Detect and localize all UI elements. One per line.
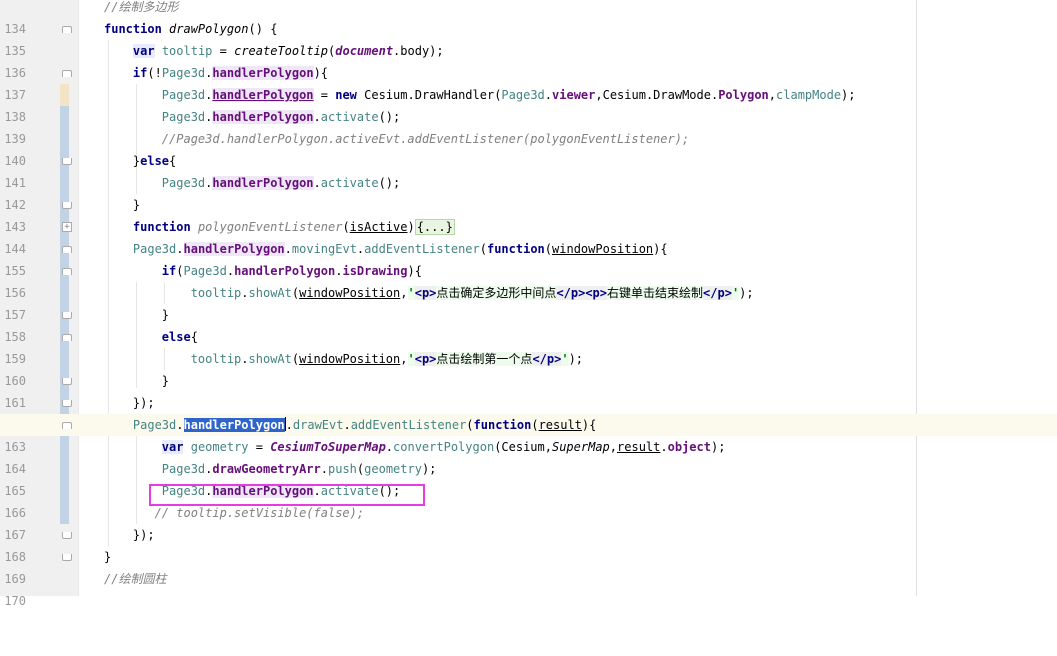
code-text: Page3d.handlerPolygon.activate();: [161, 110, 401, 124]
code-line[interactable]: 139 Page3d.handlerPolygon.activate();: [0, 106, 1057, 146]
expand-fold-icon[interactable]: +: [62, 222, 72, 232]
line-number: 170: [4, 594, 26, 608]
code-line-current[interactable]: 163 Page3d.handlerPolygon.drawEvt.addEve…: [0, 414, 1057, 454]
code-text: var tooltip = createTooltip(document.bod…: [132, 44, 444, 58]
comment: //绘制多边形: [104, 0, 179, 14]
fold-toggle-icon[interactable]: [62, 554, 72, 561]
code-line[interactable]: 159 else{: [0, 326, 1057, 366]
fold-toggle-icon[interactable]: [62, 202, 72, 209]
fold-toggle-icon[interactable]: [62, 70, 72, 77]
code-text: }: [104, 374, 170, 388]
code-line[interactable]: 170 //绘制圆柱: [0, 568, 1057, 608]
code-text: Page3d.handlerPolygon.movingEvt.addEvent…: [132, 242, 668, 256]
code-text: function drawPolygon() {: [104, 22, 278, 36]
code-line[interactable]: 165 Page3d.drawGeometryArr.push(geometry…: [0, 458, 1057, 498]
code-text: function polygonEventListener(isActive){…: [132, 219, 455, 235]
annotation-highlight-box: [149, 484, 425, 506]
code-line[interactable]: 158 }: [0, 304, 1057, 344]
code-text: //Page3d.handlerPolygon.activeEvt.addEve…: [161, 132, 690, 146]
code-line[interactable]: 137 if(!Page3d.handlerPolygon){: [0, 62, 1057, 102]
fold-toggle-icon[interactable]: [62, 246, 72, 253]
code-editor[interactable]: 134 //绘制多边形 135 function drawPolygon() {…: [0, 0, 1057, 608]
code-text: }: [104, 198, 141, 212]
selected-text: handlerPolygon: [183, 418, 285, 432]
code-line[interactable]: 164 var geometry = CesiumToSuperMap.conv…: [0, 436, 1057, 476]
code-text: }else{: [104, 154, 177, 168]
fold-toggle-icon[interactable]: [62, 334, 72, 341]
code-text: if(!Page3d.handlerPolygon){: [132, 66, 329, 80]
fold-toggle-icon[interactable]: [62, 312, 72, 319]
fold-toggle-icon[interactable]: [62, 268, 72, 275]
code-line[interactable]: 161 }: [0, 370, 1057, 410]
code-line[interactable]: 134 //绘制多边形: [0, 0, 1057, 36]
text-cursor: [284, 417, 286, 431]
code-line[interactable]: 142 Page3d.handlerPolygon.activate();: [0, 172, 1057, 212]
code-line[interactable]: 144 + function polygonEventListener(isAc…: [0, 216, 1057, 256]
code-line[interactable]: 160 tooltip.showAt(windowPosition,'<p>点击…: [0, 348, 1057, 388]
fold-toggle-icon[interactable]: [62, 400, 72, 407]
code-line[interactable]: 155 Page3d.handlerPolygon.movingEvt.addE…: [0, 238, 1057, 278]
code-line[interactable]: 168 });: [0, 524, 1057, 564]
code-line[interactable]: 143 }: [0, 194, 1057, 234]
collapsed-block[interactable]: {...}: [414, 219, 455, 235]
code-line[interactable]: 156 if(Page3d.handlerPolygon.isDrawing){: [0, 260, 1057, 300]
code-text: var geometry = CesiumToSuperMap.convertP…: [161, 440, 726, 454]
code-text: if(Page3d.handlerPolygon.isDrawing){: [161, 264, 422, 278]
code-line[interactable]: 136 var tooltip = createTooltip(document…: [0, 40, 1057, 80]
code-line[interactable]: 140 //Page3d.handlerPolygon.activeEvt.ad…: [0, 128, 1057, 168]
fold-toggle-icon[interactable]: [62, 532, 72, 539]
code-line[interactable]: 135 function drawPolygon() {: [0, 18, 1057, 58]
code-text: }: [104, 308, 170, 322]
fold-toggle-icon[interactable]: [62, 158, 72, 165]
fold-toggle-icon[interactable]: [62, 422, 72, 429]
code-line[interactable]: 157 tooltip.showAt(windowPosition,'<p>点击…: [0, 282, 1057, 322]
code-text: });: [104, 528, 155, 542]
code-text: else{: [161, 330, 198, 344]
code-line[interactable]: 138 Page3d.handlerPolygon = new Cesium.D…: [0, 84, 1057, 124]
fold-toggle-icon[interactable]: [62, 378, 72, 385]
code-text: }: [104, 550, 112, 564]
fold-toggle-icon[interactable]: [62, 26, 72, 33]
code-line[interactable]: 141 }else{: [0, 150, 1057, 190]
code-text: Page3d.drawGeometryArr.push(geometry);: [161, 462, 437, 476]
code-text: Page3d.handlerPolygon = new Cesium.DrawH…: [161, 88, 856, 102]
code-line[interactable]: 162 });: [0, 392, 1057, 432]
code-text: Page3d.handlerPolygon.drawEvt.addEventLi…: [132, 417, 597, 432]
code-text: tooltip.showAt(windowPosition,'<p>点击绘制第一…: [190, 352, 584, 366]
code-line[interactable]: 169 }: [0, 546, 1057, 586]
code-text: Page3d.handlerPolygon.activate();: [161, 176, 401, 190]
code-text: });: [104, 396, 155, 410]
comment: //绘制圆柱: [104, 572, 167, 586]
code-text: tooltip.showAt(windowPosition,'<p>点击确定多边…: [190, 286, 754, 300]
